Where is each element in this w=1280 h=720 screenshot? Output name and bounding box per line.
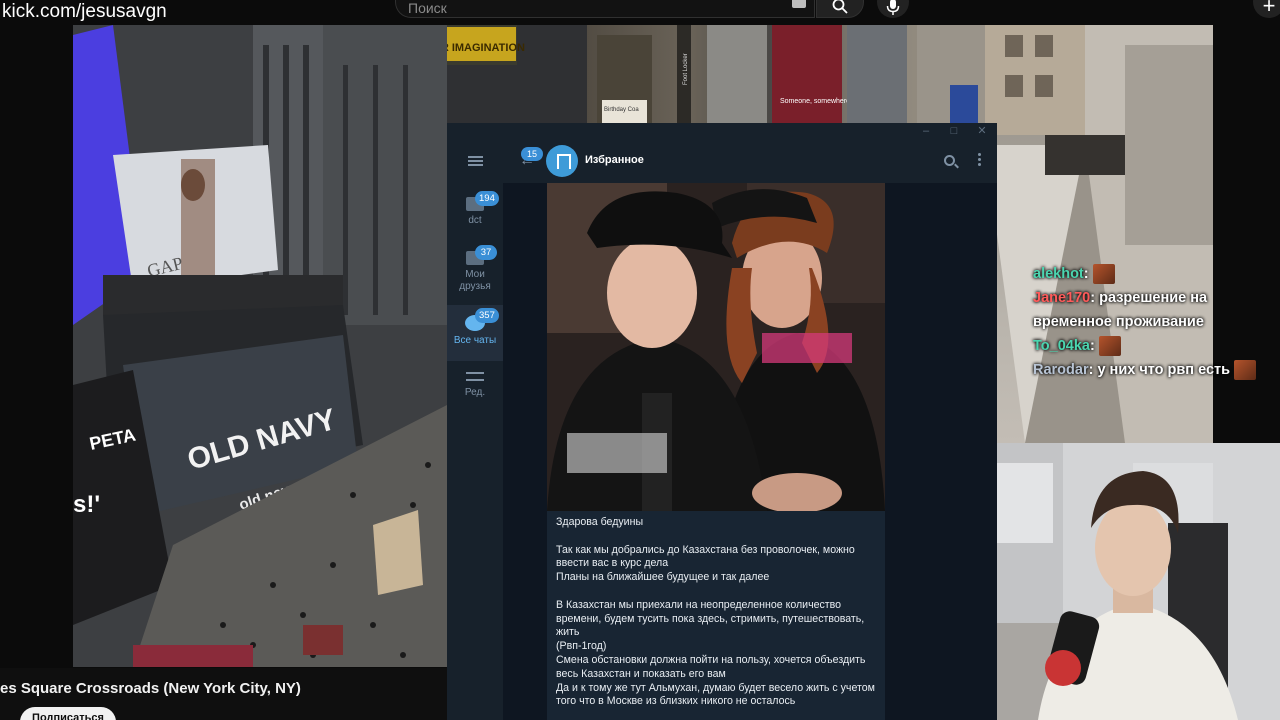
chat-message: Jane170: разрешение на временное прожива… — [1033, 290, 1208, 330]
folder-label: Все чаты — [453, 335, 497, 346]
message-line: Да и к тому же тут Альмухан, думаю будет… — [556, 681, 875, 694]
imagination-billboard: YOUR IMAGINATION — [447, 42, 525, 54]
message-line-gap — [556, 530, 881, 544]
webcam-feed — [983, 443, 1280, 720]
times-square-video: GAP OLD NAVY old navy PETA s!' — [73, 25, 447, 667]
chat-username[interactable]: Rarodar — [1033, 362, 1089, 378]
unread-badge: 37 — [475, 245, 497, 260]
foot-locker-ad: Foot Locker — [683, 53, 689, 85]
chat-username[interactable]: alekhot — [1033, 266, 1084, 282]
chat-username[interactable]: Jane170 — [1033, 290, 1090, 306]
folder-label: Ред. — [464, 387, 486, 398]
chat-title[interactable]: Избранное — [585, 154, 644, 166]
search-icon — [832, 0, 848, 14]
search-input[interactable]: Поиск — [395, 0, 815, 18]
minimize-icon[interactable]: – — [919, 124, 933, 138]
folders-sidebar: 194 dct 37 Мои друзья 357 Все чаты Ред. — [447, 139, 503, 720]
stream-url: kick.com/jesusavgn — [2, 1, 167, 22]
message-line-gap — [556, 585, 881, 599]
message-photo[interactable] — [547, 183, 885, 511]
emote-icon — [1098, 336, 1121, 357]
saved-messages-avatar[interactable] — [546, 145, 578, 177]
folder-label: dct — [468, 215, 482, 226]
message-line: весь Казахстан и показать его вам — [556, 667, 726, 680]
message-line: жить — [556, 626, 580, 639]
message-bubble: Здарова бедуины Так как мы добрались до … — [547, 183, 885, 720]
voice-search-button[interactable] — [877, 0, 909, 18]
emote-icon — [1234, 360, 1257, 381]
microphone-icon — [886, 0, 900, 15]
chat-text: у них что рвп есть — [1097, 362, 1231, 378]
search-icon[interactable] — [944, 155, 955, 166]
message-line: В Казахстан мы приехали на неопределенно… — [556, 598, 842, 611]
unread-badge: 15 — [521, 147, 543, 161]
folder-all-chats[interactable]: 357 Все чаты — [447, 305, 503, 361]
scene-illustration: GAP OLD NAVY old navy PETA s!' — [73, 25, 447, 667]
video-title[interactable]: es Square Crossroads (New York City, NY) — [0, 680, 301, 697]
create-button[interactable]: + — [1253, 0, 1280, 18]
folder-my-friends[interactable]: 37 Мои друзья — [447, 245, 503, 307]
keyboard-icon[interactable] — [792, 0, 806, 8]
maximize-icon[interactable]: □ — [947, 124, 961, 138]
folder-edit[interactable]: Ред. — [447, 371, 503, 411]
stream-frame: kick.com/jesusavgn Поиск + GAP OLD NAVY … — [0, 0, 1280, 720]
menu-icon[interactable] — [468, 156, 483, 166]
scene-upper-illustration: YOUR IMAGINATION Birthday Coa Foot Locke… — [447, 25, 985, 123]
folder-dct[interactable]: 194 dct — [447, 191, 503, 247]
unread-badge: 194 — [475, 191, 499, 206]
search-button[interactable] — [816, 0, 864, 18]
times-square-upper-view: YOUR IMAGINATION Birthday Coa Foot Locke… — [447, 25, 985, 123]
chat-message: To_04ka: — [1033, 334, 1273, 358]
photo-illustration — [547, 183, 885, 511]
stream-chat: alekhot: Jane170: разрешение на временно… — [1033, 262, 1273, 382]
message-line: Смена обстановки должна пойти на пользу,… — [556, 653, 866, 666]
unread-badge: 357 — [475, 308, 499, 323]
emote-icon — [1092, 264, 1115, 285]
message-text: Здарова бедуины Так как мы добрались до … — [556, 516, 881, 709]
more-options-icon[interactable] — [978, 153, 981, 168]
message-line: (Рвп-1год) — [556, 640, 607, 653]
streamer-illustration — [983, 443, 1280, 720]
subscribe-button[interactable]: Подписаться — [20, 707, 116, 720]
message-line: времени, будем тусить пока здесь, стрими… — [556, 612, 865, 625]
message-line: того что в Москве из близких никого не о… — [556, 695, 796, 708]
chat-header: ← 15 Избранное — [503, 139, 997, 183]
telegram-window: – □ ✕ 194 dct 37 Мои друзья 357 Все чаты — [447, 123, 997, 720]
chat-username[interactable]: To_04ka — [1033, 338, 1090, 354]
message-line: ввести вас в курс дела — [556, 557, 669, 570]
folder-label: Мои друзья — [459, 269, 491, 292]
window-titlebar[interactable]: – □ ✕ — [447, 123, 997, 139]
edit-icon — [466, 371, 484, 383]
message-line: Здарова бедуины — [556, 516, 644, 528]
chat-message: Rarodar: у них что рвп есть — [1033, 358, 1273, 382]
chat-message: alekhot: — [1033, 262, 1273, 286]
message-line: Планы на ближайшее будущее и так далее — [556, 571, 770, 584]
message-line: Так как мы добрались до Казахстана без п… — [556, 543, 855, 556]
close-icon[interactable]: ✕ — [975, 124, 989, 138]
birthday-ad: Birthday Coa — [604, 107, 639, 113]
s-sign: s!' — [73, 491, 100, 518]
